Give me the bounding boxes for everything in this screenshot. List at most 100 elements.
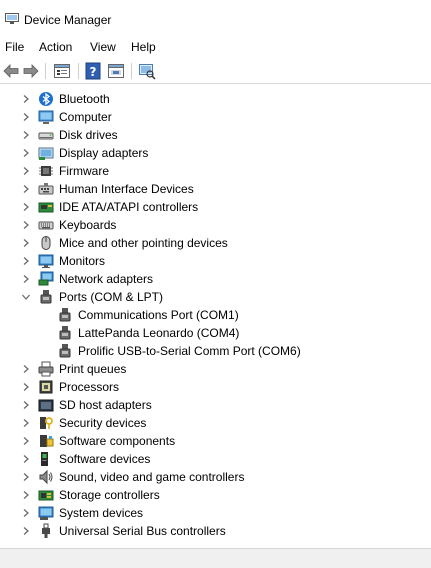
menu-bar: File Action View Help: [0, 38, 431, 58]
tree-item-label: Print queues: [59, 362, 127, 376]
tree-item[interactable]: System devices: [0, 504, 431, 522]
tree-item-label: IDE ATA/ATAPI controllers: [59, 200, 199, 214]
scan-hardware-icon[interactable]: [138, 62, 156, 80]
chevron-right-icon[interactable]: [21, 472, 31, 482]
tree-item[interactable]: SD host adapters: [0, 396, 431, 414]
chevron-right-icon[interactable]: [21, 418, 31, 428]
menu-file[interactable]: File: [5, 40, 24, 54]
software-component-icon: [40, 435, 54, 447]
tree-item[interactable]: Storage controllers: [0, 486, 431, 504]
tree-item[interactable]: Software devices: [0, 450, 431, 468]
sound-icon: [39, 469, 53, 485]
tree-item[interactable]: Print queues: [0, 360, 431, 378]
chevron-right-icon[interactable]: [21, 184, 31, 194]
tree-child-item[interactable]: Communications Port (COM1): [0, 306, 431, 324]
tree-item[interactable]: Display adapters: [0, 144, 431, 162]
chevron-right-icon[interactable]: [21, 220, 31, 230]
disk-drive-icon: [38, 132, 54, 140]
chevron-right-icon[interactable]: [21, 148, 31, 158]
menu-help[interactable]: Help: [131, 40, 156, 54]
properties-icon[interactable]: [53, 62, 71, 80]
ide-controller-icon: [38, 202, 54, 213]
sd-host-icon: [38, 399, 54, 412]
tree-item-label: Software components: [59, 434, 176, 448]
bluetooth-icon: [39, 92, 53, 106]
toolbar-separator: [131, 63, 132, 79]
tree-item[interactable]: Mice and other pointing devices: [0, 234, 431, 252]
tree-item-label: Software devices: [59, 452, 151, 466]
tree-item[interactable]: IDE ATA/ATAPI controllers: [0, 198, 431, 216]
chevron-right-icon[interactable]: [21, 436, 31, 446]
tree-item[interactable]: Sound, video and game controllers: [0, 468, 431, 486]
window-title: Device Manager: [24, 13, 112, 27]
chevron-right-icon[interactable]: [21, 382, 31, 392]
tree-item-label: Network adapters: [59, 272, 154, 286]
chevron-right-icon[interactable]: [21, 94, 31, 104]
tree-item[interactable]: Ports (COM & LPT): [0, 288, 431, 306]
tree-item[interactable]: Human Interface Devices: [0, 180, 431, 198]
tree-item-label: Universal Serial Bus controllers: [59, 524, 226, 538]
chevron-right-icon[interactable]: [21, 526, 31, 536]
tree-item[interactable]: Processors: [0, 378, 431, 396]
tree-item[interactable]: Universal Serial Bus controllers: [0, 522, 431, 540]
chevron-right-icon[interactable]: [21, 238, 31, 248]
security-device-icon: [40, 417, 53, 429]
tree-child-item[interactable]: Prolific USB-to-Serial Comm Port (COM6): [0, 342, 431, 360]
tree-item[interactable]: Firmware: [0, 162, 431, 180]
monitor-icon: [38, 254, 54, 268]
storage-controller-icon: [38, 490, 54, 501]
port-icon: [59, 326, 71, 340]
chevron-right-icon[interactable]: [21, 490, 31, 500]
help-icon[interactable]: ?: [85, 62, 101, 80]
chevron-down-icon[interactable]: [21, 292, 31, 302]
device-manager-icon: [5, 13, 19, 24]
tree-item[interactable]: Software components: [0, 432, 431, 450]
chevron-right-icon[interactable]: [21, 400, 31, 410]
chevron-right-icon[interactable]: [21, 256, 31, 266]
tree-item-label: Computer: [59, 110, 112, 124]
chevron-right-icon[interactable]: [21, 202, 31, 212]
tree-child-label: Communications Port (COM1): [78, 308, 239, 322]
tree-item[interactable]: Network adapters: [0, 270, 431, 288]
chevron-right-icon[interactable]: [21, 130, 31, 140]
chevron-right-icon[interactable]: [21, 508, 31, 518]
chevron-right-icon[interactable]: [21, 166, 31, 176]
tree-item[interactable]: Computer: [0, 108, 431, 126]
chevron-right-icon[interactable]: [21, 112, 31, 122]
forward-arrow-icon[interactable]: [22, 62, 40, 80]
computer-icon: [38, 110, 54, 124]
tree-item-label: Security devices: [59, 416, 147, 430]
tree-child-label: LattePanda Leonardo (COM4): [78, 326, 240, 340]
toolbar-separator: [78, 63, 79, 79]
tree-item-label: Ports (COM & LPT): [59, 290, 164, 304]
hid-icon: [38, 183, 54, 195]
title-bar: Device Manager: [0, 0, 431, 38]
tree-item-label: Sound, video and game controllers: [59, 470, 245, 484]
tree-item[interactable]: Security devices: [0, 414, 431, 432]
svg-text:?: ?: [90, 65, 97, 79]
chevron-right-icon[interactable]: [21, 274, 31, 284]
printer-icon: [38, 361, 54, 377]
update-driver-icon[interactable]: [107, 62, 125, 80]
display-adapter-icon: [38, 147, 54, 160]
tree-item-label: Disk drives: [59, 128, 118, 142]
tree-item-label: Keyboards: [59, 218, 117, 232]
chevron-right-icon[interactable]: [21, 454, 31, 464]
tree-child-item[interactable]: LattePanda Leonardo (COM4): [0, 324, 431, 342]
tree-item-label: Firmware: [59, 164, 109, 178]
tree-item[interactable]: Disk drives: [0, 126, 431, 144]
status-bar: [0, 548, 431, 568]
menu-view[interactable]: View: [90, 40, 116, 54]
tree-item[interactable]: Bluetooth: [0, 90, 431, 108]
tree-item[interactable]: Monitors: [0, 252, 431, 270]
tree-item-label: Display adapters: [59, 146, 149, 160]
keyboard-icon: [38, 221, 54, 230]
tree-item-label: Storage controllers: [59, 488, 160, 502]
tree-child-label: Prolific USB-to-Serial Comm Port (COM6): [78, 344, 301, 358]
tree-item-label: Monitors: [59, 254, 106, 268]
back-arrow-icon[interactable]: [2, 62, 20, 80]
chevron-right-icon[interactable]: [21, 364, 31, 374]
menu-action[interactable]: Action: [39, 40, 72, 54]
tree-item[interactable]: Keyboards: [0, 216, 431, 234]
firmware-icon: [39, 166, 53, 176]
